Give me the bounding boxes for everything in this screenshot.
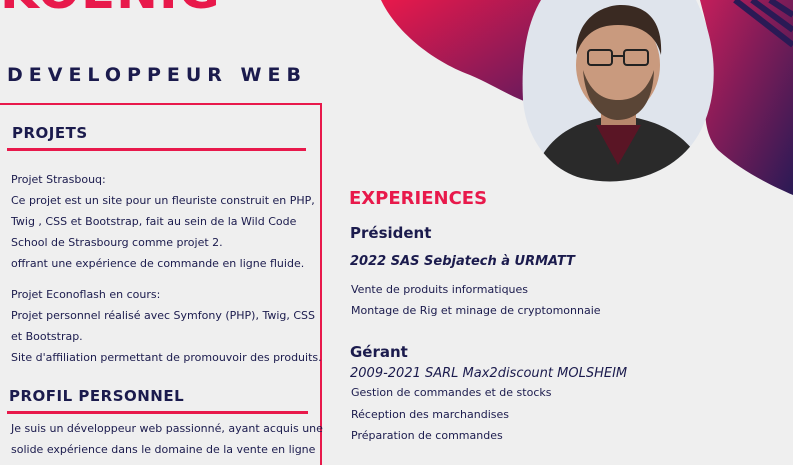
role-period: 2022 SAS Sebjatech à URMATT xyxy=(350,254,575,269)
job-title: DEVELOPPEUR WEB xyxy=(7,64,307,86)
task-item: Montage de Rig et minage de cryptomonnai… xyxy=(351,304,601,317)
experiences-title: EXPERIENCES xyxy=(349,188,488,209)
projects-line: Projet Strasbouq: xyxy=(11,173,106,186)
profile-photo xyxy=(521,0,716,184)
person-name: KOENIG xyxy=(0,0,221,16)
role-title: Président xyxy=(350,224,432,242)
projects-line: Site d'affiliation permettant de promouv… xyxy=(11,351,322,364)
projects-text: Projet Strasbouq: Ce projet est un site … xyxy=(11,169,323,368)
projects-line: Projet Econoflash en cours: xyxy=(11,288,161,301)
projects-line: offrant une expérience de commande en li… xyxy=(11,257,305,270)
task-item: Vente de produits informatiques xyxy=(351,283,529,296)
projects-line: et Bootstrap. xyxy=(11,330,83,343)
profile-title: PROFIL PERSONNEL xyxy=(9,387,185,405)
projects-line: School de Strasbourg comme projet 2. xyxy=(11,236,223,249)
projects-rule xyxy=(7,148,306,151)
role-title: Gérant xyxy=(350,343,408,361)
projects-line: Projet personnel réalisé avec Symfony (P… xyxy=(11,309,316,322)
projects-spacer xyxy=(11,274,323,284)
projects-line: Twig , CSS et Bootstrap, fait au sein de… xyxy=(11,215,297,228)
task-item: Réception des marchandises xyxy=(351,408,509,421)
projects-line: Ce projet est un site pour un fleuriste … xyxy=(11,194,315,207)
projects-title: PROJETS xyxy=(12,124,88,142)
role-period: 2009-2021 SARL Max2discount MOLSHEIM xyxy=(350,366,628,381)
profile-rule xyxy=(7,411,308,414)
profile-text: Je suis un développeur web passionné, ay… xyxy=(11,418,323,460)
task-item: Préparation de commandes xyxy=(351,429,503,442)
task-item: Gestion de commandes et de stocks xyxy=(351,386,552,399)
profile-line: Je suis un développeur web passionné, ay… xyxy=(11,422,323,435)
